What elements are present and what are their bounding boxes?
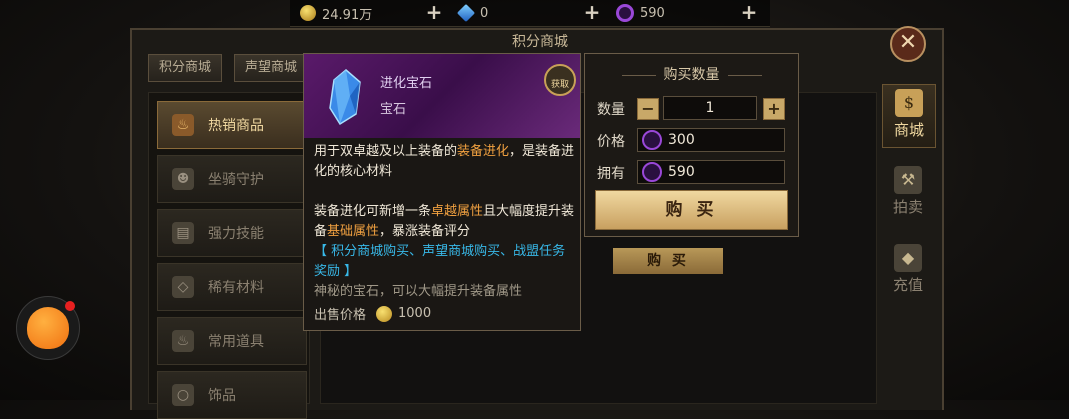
flame-icon: ♨ [172,114,194,136]
desc-para-1: 用于双卓越及以上装备的装备进化，是装备进化的核心材料 [314,144,575,179]
points-ring-icon [642,162,662,182]
nav-recharge-label: 充值 [892,276,923,294]
book-icon: ▤ [172,222,194,244]
points-ring-icon [616,4,634,22]
qty-input[interactable]: 1 [663,96,757,120]
points-ring-icon [642,130,662,150]
tooltip-header: 进化宝石 宝石 获取 [304,54,580,138]
nav-auction-label: 拍卖 [892,198,923,216]
add-gold-button[interactable]: + [425,2,443,22]
nav-recharge[interactable]: ◆ 充值 [882,240,934,302]
close-button[interactable]: ✕ [890,26,926,62]
shop-title: 积分商城 [512,34,568,50]
add-points-button[interactable]: + [740,2,758,22]
crystal-icon: ◇ [172,276,194,298]
close-icon: ✕ [898,30,918,55]
sidebar-item-label: 稀有材料 [208,280,264,296]
buy-button[interactable]: 购 买 [595,190,788,230]
own-label: 拥有 [597,166,625,182]
sidebar-item-label: 饰品 [208,388,236,404]
owned-field: 590 [637,160,785,184]
nav-auction[interactable]: ⚒ 拍卖 [882,162,934,224]
price-field: 300 [637,128,785,152]
add-diamond-button[interactable]: + [583,2,601,22]
sidebar-item-accessory[interactable]: ○ 饰品 [157,371,307,419]
sidebar-item-skill[interactable]: ▤ 强力技能 [157,209,307,257]
notification-dot [65,301,75,311]
points-currency: 590 [616,4,665,22]
diamond-icon [456,3,476,23]
sidebar-item-label: 强力技能 [208,226,264,242]
price-value: 300 [668,132,695,148]
purchase-panel: 购买数量 数量 − 1 + 价格 300 拥有 590 购 买 [584,53,799,237]
evolution-gem-icon [329,69,361,126]
desc-para-2: 装备进化可新增一条卓越属性且大幅度提升装备基础属性，暴涨装备评分 [314,204,575,239]
money-bag-icon: $ [895,89,923,117]
item-name: 进化宝石 [380,76,433,91]
gavel-icon: ⚒ [894,166,922,194]
sell-price-value: 1000 [398,306,432,321]
sell-price-row: 出售价格 1000 [314,304,431,323]
pet-icon: ☻ [172,168,194,190]
item-type: 宝石 [380,102,407,117]
category-sidebar: ♨ 热销商品 ☻ 坐骑守护 ▤ 强力技能 ◇ 稀有材料 ♨ 常用道具 ○ 饰品 [148,92,310,419]
gold-coin-icon [376,305,393,322]
nav-shop[interactable]: $ 商城 [882,84,936,148]
nav-shop-label: 商城 [893,121,924,139]
sidebar-item-label: 常用道具 [208,334,264,350]
diamond-icon: ◆ [894,244,922,272]
sidebar-item-label: 坐骑守护 [208,172,264,188]
gold-amount: 24.91万 [322,7,373,23]
get-source-label: 获取 [550,80,569,90]
currency-bar: 24.91万 + 0 + 590 + [290,0,770,27]
diamond-amount: 0 [480,5,489,21]
get-source-button[interactable]: 获取 [544,64,576,96]
item-flavor: 神秘的宝石，可以大幅提升装备属性 [314,284,523,299]
points-amount: 590 [640,5,665,21]
tab-reputation-shop[interactable]: 声望商城 [234,54,309,82]
qty-increase-button[interactable]: + [763,98,785,120]
diamond-currency: 0 [456,3,489,23]
qty-decrease-button[interactable]: − [637,98,659,120]
sidebar-item-hot[interactable]: ♨ 热销商品 [157,101,307,149]
item-tooltip: 进化宝石 宝石 获取 用于双卓越及以上装备的装备进化，是装备进化的核心材料 装备… [303,53,581,331]
price-label: 价格 [597,134,625,150]
mascot-icon [27,307,69,349]
owned-value: 590 [668,164,695,180]
ring-icon: ○ [172,384,194,406]
assistant-float-button[interactable] [16,296,80,360]
flame-icon: ♨ [172,330,194,352]
sidebar-item-mount[interactable]: ☻ 坐骑守护 [157,155,307,203]
qty-label: 数量 [597,102,625,118]
gold-coin-icon [300,5,316,21]
purchase-title: 购买数量 [585,64,798,84]
sidebar-item-label: 热销商品 [208,118,264,134]
sell-price-label: 出售价格 [314,308,367,323]
item-buy-button[interactable]: 购 买 [613,248,723,274]
sidebar-item-items[interactable]: ♨ 常用道具 [157,317,307,365]
sidebar-item-material[interactable]: ◇ 稀有材料 [157,263,307,311]
item-source: 【 积分商城购买、声望商城购买、战盟任务奖励 】 [314,244,566,279]
item-description: 用于双卓越及以上装备的装备进化，是装备进化的核心材料 装备进化可新增一条卓越属性… [314,142,576,302]
tab-points-shop[interactable]: 积分商城 [148,54,223,82]
gold-currency: 24.91万 [300,4,373,23]
